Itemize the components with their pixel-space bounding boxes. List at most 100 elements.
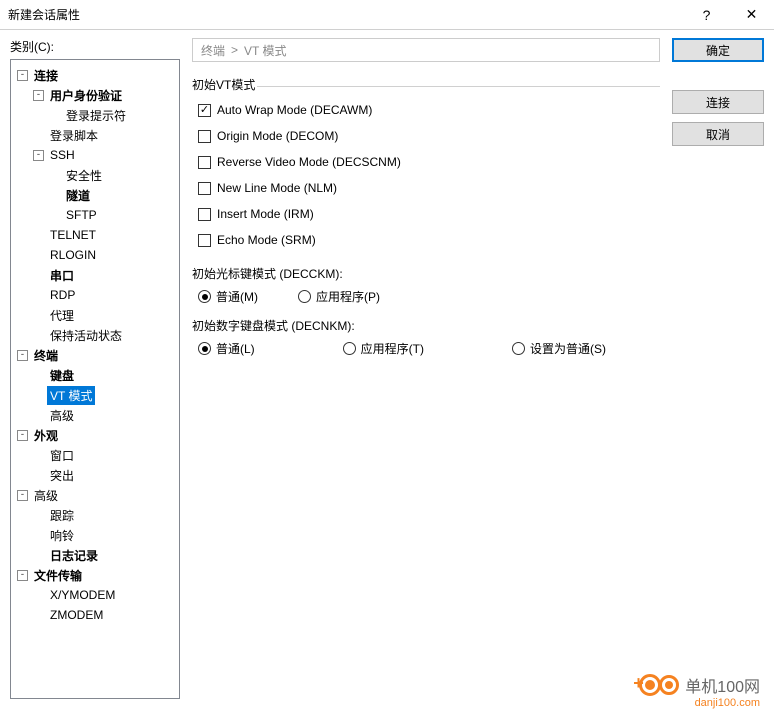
tree-item[interactable]: -高级	[13, 405, 177, 425]
checkbox-row[interactable]: New Line Mode (NLM)	[192, 175, 660, 201]
tree-item-label[interactable]: TELNET	[47, 227, 99, 243]
tree-item[interactable]: -RLOGIN	[13, 245, 177, 265]
tree-item-label[interactable]: 高级	[31, 486, 61, 505]
checkbox-label: New Line Mode (NLM)	[217, 181, 337, 195]
close-button[interactable]: ✕	[729, 0, 774, 30]
tree-item-label[interactable]: ZMODEM	[47, 607, 106, 623]
checkbox-label: Auto Wrap Mode (DECAWM)	[217, 103, 372, 117]
checkbox-row[interactable]: Echo Mode (SRM)	[192, 227, 660, 253]
tree-item[interactable]: -安全性	[13, 165, 177, 185]
collapse-icon[interactable]: -	[33, 150, 44, 161]
tree-item-label[interactable]: 隧道	[63, 186, 93, 205]
radio-option[interactable]: 普通(M)	[198, 288, 258, 305]
tree-item[interactable]: -高级	[13, 485, 177, 505]
watermark-icon	[639, 674, 661, 696]
radio[interactable]	[198, 342, 211, 355]
collapse-icon[interactable]: -	[33, 90, 44, 101]
watermark-text: 单机100网	[685, 673, 760, 697]
tree-item-label[interactable]: 用户身份验证	[47, 86, 125, 105]
radio[interactable]	[512, 342, 525, 355]
tree-item-label[interactable]: 窗口	[47, 446, 77, 465]
radio[interactable]	[343, 342, 356, 355]
radio-option[interactable]: 普通(L)	[198, 340, 255, 357]
tree-item[interactable]: -用户身份验证	[13, 85, 177, 105]
checkbox[interactable]	[198, 208, 211, 221]
tree-item-label[interactable]: 连接	[31, 66, 61, 85]
tree-item[interactable]: -连接	[13, 65, 177, 85]
tree-item-label[interactable]: SSH	[47, 147, 78, 163]
tree-item[interactable]: -SSH	[13, 145, 177, 165]
tree-item[interactable]: -登录脚本	[13, 125, 177, 145]
connect-button[interactable]: 连接	[672, 90, 764, 114]
tree-item[interactable]: -键盘	[13, 365, 177, 385]
tree-item[interactable]: -跟踪	[13, 505, 177, 525]
ok-button[interactable]: 确定	[672, 38, 764, 62]
radio-label: 普通(M)	[216, 288, 258, 305]
tree-item-label[interactable]: 保持活动状态	[47, 326, 125, 345]
tree-item-label[interactable]: 登录提示符	[63, 106, 129, 125]
tree-item-label[interactable]: 文件传输	[31, 566, 85, 585]
checkbox[interactable]	[198, 130, 211, 143]
tree-item-label[interactable]: VT 模式	[47, 386, 95, 405]
collapse-icon[interactable]: -	[17, 570, 28, 581]
tree-item-label[interactable]: 高级	[47, 406, 77, 425]
collapse-icon[interactable]: -	[17, 70, 28, 81]
cancel-button[interactable]: 取消	[672, 122, 764, 146]
tree-item[interactable]: -TELNET	[13, 225, 177, 245]
tree-item[interactable]: -登录提示符	[13, 105, 177, 125]
radio-option[interactable]: 设置为普通(S)	[512, 340, 606, 357]
tree-item-label[interactable]: 外观	[31, 426, 61, 445]
tree-item-label[interactable]: 安全性	[63, 166, 105, 185]
tree-item-label[interactable]: SFTP	[63, 207, 100, 223]
tree-item-label[interactable]: RDP	[47, 287, 78, 303]
tree-item-label[interactable]: 登录脚本	[47, 126, 101, 145]
tree-item[interactable]: -外观	[13, 425, 177, 445]
radio-option[interactable]: 应用程序(P)	[298, 288, 380, 305]
tree-item-label[interactable]: 跟踪	[47, 506, 77, 525]
radio[interactable]	[298, 290, 311, 303]
checkbox-row[interactable]: Auto Wrap Mode (DECAWM)	[192, 97, 660, 123]
radio-option[interactable]: 应用程序(T)	[343, 340, 424, 357]
tree-item[interactable]: -隧道	[13, 185, 177, 205]
tree-item-label[interactable]: 串口	[47, 266, 77, 285]
tree-item[interactable]: -SFTP	[13, 205, 177, 225]
radio[interactable]	[198, 290, 211, 303]
tree-item[interactable]: -RDP	[13, 285, 177, 305]
collapse-icon[interactable]: -	[17, 350, 28, 361]
checkbox-row[interactable]: Insert Mode (IRM)	[192, 201, 660, 227]
checkbox[interactable]	[198, 234, 211, 247]
help-button[interactable]: ?	[684, 0, 729, 30]
tree-item[interactable]: -终端	[13, 345, 177, 365]
tree-item-label[interactable]: X/YMODEM	[47, 587, 118, 603]
tree-item[interactable]: -串口	[13, 265, 177, 285]
tree-item[interactable]: -日志记录	[13, 545, 177, 565]
category-tree[interactable]: -连接-用户身份验证-登录提示符-登录脚本-SSH-安全性-隧道-SFTP-TE…	[10, 59, 180, 699]
tree-item[interactable]: -X/YMODEM	[13, 585, 177, 605]
watermark-icon	[659, 675, 679, 695]
checkbox-label: Insert Mode (IRM)	[217, 207, 314, 221]
collapse-icon[interactable]: -	[17, 490, 28, 501]
checkbox-row[interactable]: Reverse Video Mode (DECSCNM)	[192, 149, 660, 175]
tree-item[interactable]: -突出	[13, 465, 177, 485]
tree-item-label[interactable]: 键盘	[47, 366, 77, 385]
tree-item[interactable]: -代理	[13, 305, 177, 325]
tree-item[interactable]: -文件传输	[13, 565, 177, 585]
tree-item[interactable]: -VT 模式	[13, 385, 177, 405]
tree-item-label[interactable]: 日志记录	[47, 546, 101, 565]
radio-label: 设置为普通(S)	[530, 340, 606, 357]
tree-item-label[interactable]: RLOGIN	[47, 247, 99, 263]
tree-item[interactable]: -保持活动状态	[13, 325, 177, 345]
checkbox-row[interactable]: Origin Mode (DECOM)	[192, 123, 660, 149]
tree-item[interactable]: -ZMODEM	[13, 605, 177, 625]
tree-item[interactable]: -响铃	[13, 525, 177, 545]
tree-item-label[interactable]: 终端	[31, 346, 61, 365]
checkbox[interactable]	[198, 182, 211, 195]
checkbox[interactable]	[198, 156, 211, 169]
tree-item-label[interactable]: 代理	[47, 306, 77, 325]
radio-label: 应用程序(P)	[316, 288, 380, 305]
collapse-icon[interactable]: -	[17, 430, 28, 441]
tree-item-label[interactable]: 突出	[47, 466, 77, 485]
checkbox[interactable]	[198, 104, 211, 117]
tree-item-label[interactable]: 响铃	[47, 526, 77, 545]
tree-item[interactable]: -窗口	[13, 445, 177, 465]
